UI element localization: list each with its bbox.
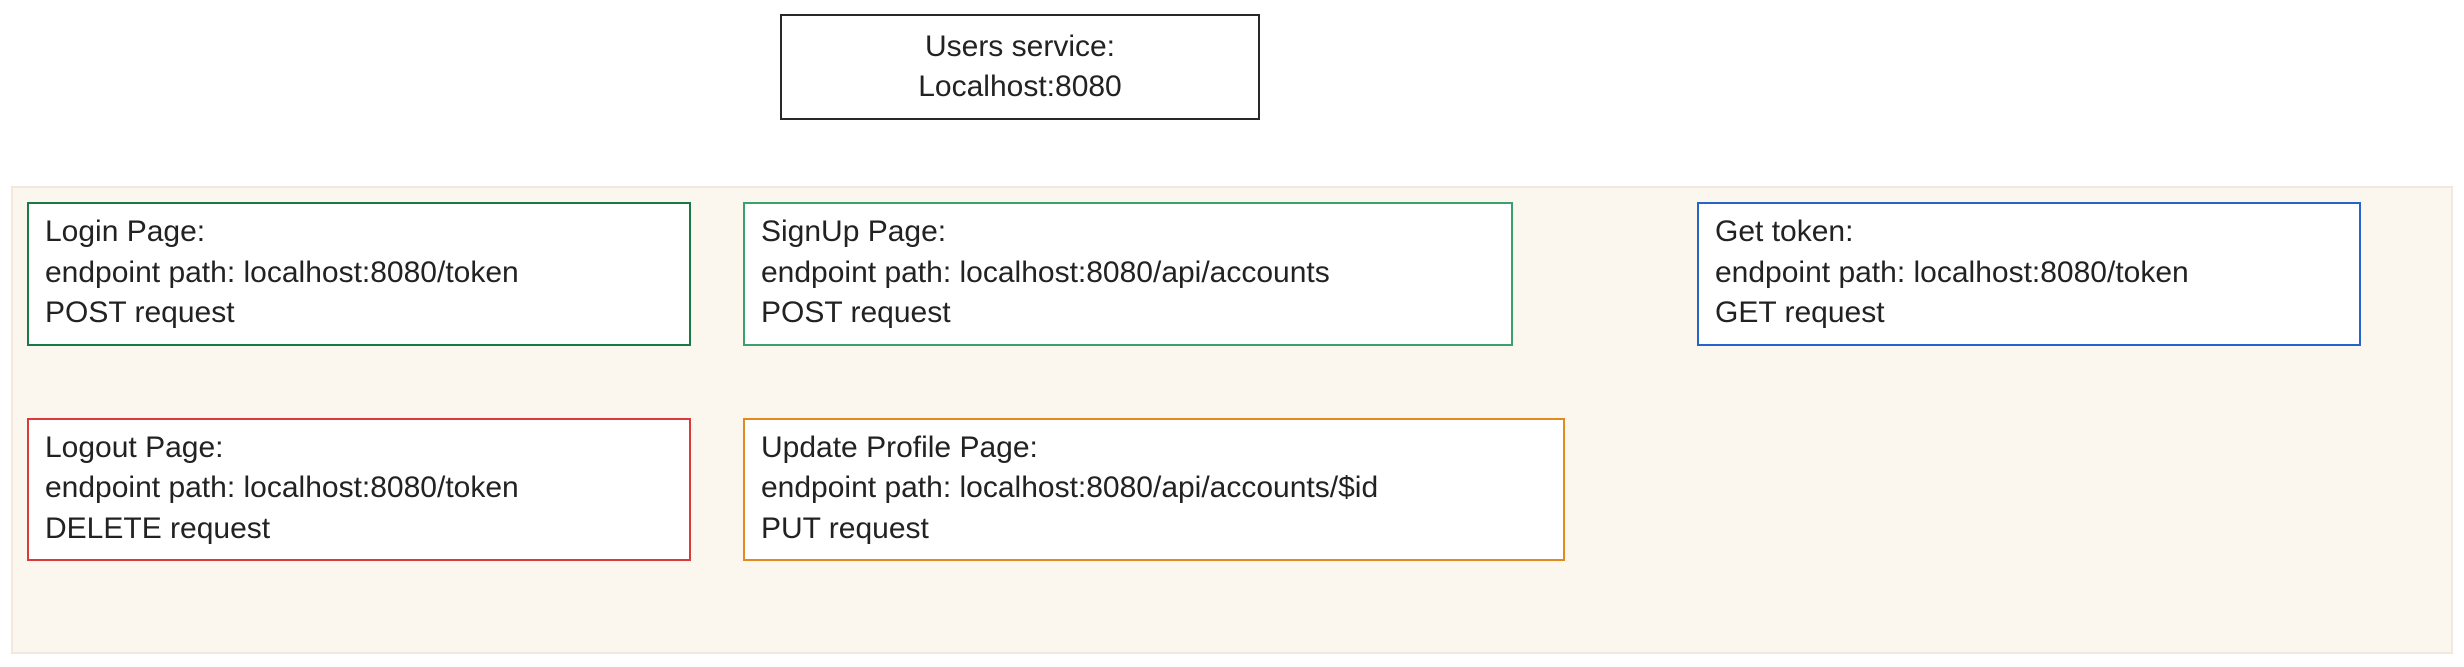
endpoint-title: Get token: — [1715, 212, 2343, 253]
endpoint-method: POST request — [761, 293, 1495, 334]
endpoint-title: SignUp Page: — [761, 212, 1495, 253]
endpoint-card-logout: Logout Page: endpoint path: localhost:80… — [27, 418, 691, 562]
endpoint-path: endpoint path: localhost:8080/token — [45, 468, 673, 509]
endpoint-title: Update Profile Page: — [761, 428, 1547, 469]
endpoint-path: endpoint path: localhost:8080/api/accoun… — [761, 253, 1495, 294]
endpoint-method: PUT request — [761, 509, 1547, 550]
service-title: Users service: — [925, 27, 1115, 68]
row-0: Login Page: endpoint path: localhost:808… — [27, 202, 2437, 346]
endpoint-title: Logout Page: — [45, 428, 673, 469]
row-1: Logout Page: endpoint path: localhost:80… — [27, 418, 2437, 562]
endpoint-title: Login Page: — [45, 212, 673, 253]
endpoint-method: POST request — [45, 293, 673, 334]
endpoint-path: endpoint path: localhost:8080/token — [45, 253, 673, 294]
endpoint-card-get-token: Get token: endpoint path: localhost:8080… — [1697, 202, 2361, 346]
endpoints-container: Login Page: endpoint path: localhost:808… — [11, 186, 2453, 654]
endpoint-path: endpoint path: localhost:8080/token — [1715, 253, 2343, 294]
endpoint-path: endpoint path: localhost:8080/api/accoun… — [761, 468, 1547, 509]
service-host: Localhost:8080 — [918, 67, 1122, 108]
endpoint-card-login: Login Page: endpoint path: localhost:808… — [27, 202, 691, 346]
endpoint-method: GET request — [1715, 293, 2343, 334]
endpoint-card-signup: SignUp Page: endpoint path: localhost:80… — [743, 202, 1513, 346]
endpoint-card-update-profile: Update Profile Page: endpoint path: loca… — [743, 418, 1565, 562]
endpoint-method: DELETE request — [45, 509, 673, 550]
service-box: Users service: Localhost:8080 — [780, 14, 1260, 120]
